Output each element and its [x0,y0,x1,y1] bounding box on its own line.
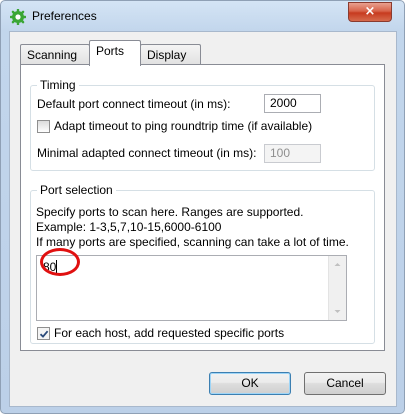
min-adapted-timeout-label: Minimal adapted connect timeout (in ms): [37,146,257,160]
tab-display[interactable]: Display [140,44,201,65]
tab-scanning[interactable]: Scanning [20,44,90,65]
ports-value: 80 [43,260,57,274]
ports-textarea-content: 80 [43,260,58,274]
arrow-down-icon[interactable] [329,303,346,320]
dialog-client-area: Scanning Ports Display Timing Default po… [9,31,397,407]
cancel-button-label: Cancel [326,376,364,390]
add-requested-ports-label: For each host, add requested specific po… [54,326,285,340]
add-requested-ports-checkbox[interactable] [37,327,50,340]
adapt-timeout-checkbox[interactable] [37,120,50,133]
title-bar[interactable]: Preferences × [1,1,404,31]
timing-legend: Timing [37,77,79,93]
adapt-timeout-label: Adapt timeout to ping roundtrip time (if… [54,119,313,133]
timing-group: Timing Default port connect timeout (in … [30,77,375,171]
window-title: Preferences [32,9,97,23]
close-button[interactable]: × [348,2,392,22]
ports-textarea[interactable]: 80 [36,255,347,321]
ok-button[interactable]: OK [209,372,291,395]
min-adapted-timeout-input: 100 [264,144,321,163]
ok-button-label: OK [241,376,259,390]
ports-tab-panel: Timing Default port connect timeout (in … [20,64,385,351]
ports-description-line3: If many ports are specified, scanning ca… [36,235,349,249]
min-adapted-timeout-value: 100 [270,146,291,160]
preferences-window: Preferences × Scanning Ports Display Tim… [0,0,405,414]
close-icon: × [364,4,376,19]
ports-description-line1: Specify ports to scan here. Ranges are s… [36,205,304,219]
tab-label: Scanning [27,48,78,62]
tab-label: Display [147,48,187,62]
text-caret [56,260,58,273]
port-selection-group: Port selection Specify ports to scan her… [30,182,375,344]
connect-timeout-value: 2000 [270,96,297,110]
tab-ports[interactable]: Ports [89,40,141,66]
ports-description-line2: Example: 1-3,5,7,10-15,6000-6100 [36,220,222,234]
checkmark-icon [39,330,49,338]
connect-timeout-input[interactable]: 2000 [264,94,321,113]
tab-label: Ports [96,44,125,58]
cancel-button[interactable]: Cancel [304,372,386,395]
arrow-up-icon[interactable] [329,256,346,273]
gear-icon [10,9,26,25]
ports-scrollbar[interactable] [328,256,346,320]
port-selection-legend: Port selection [37,182,116,198]
connect-timeout-label: Default port connect timeout (in ms): [37,97,231,111]
